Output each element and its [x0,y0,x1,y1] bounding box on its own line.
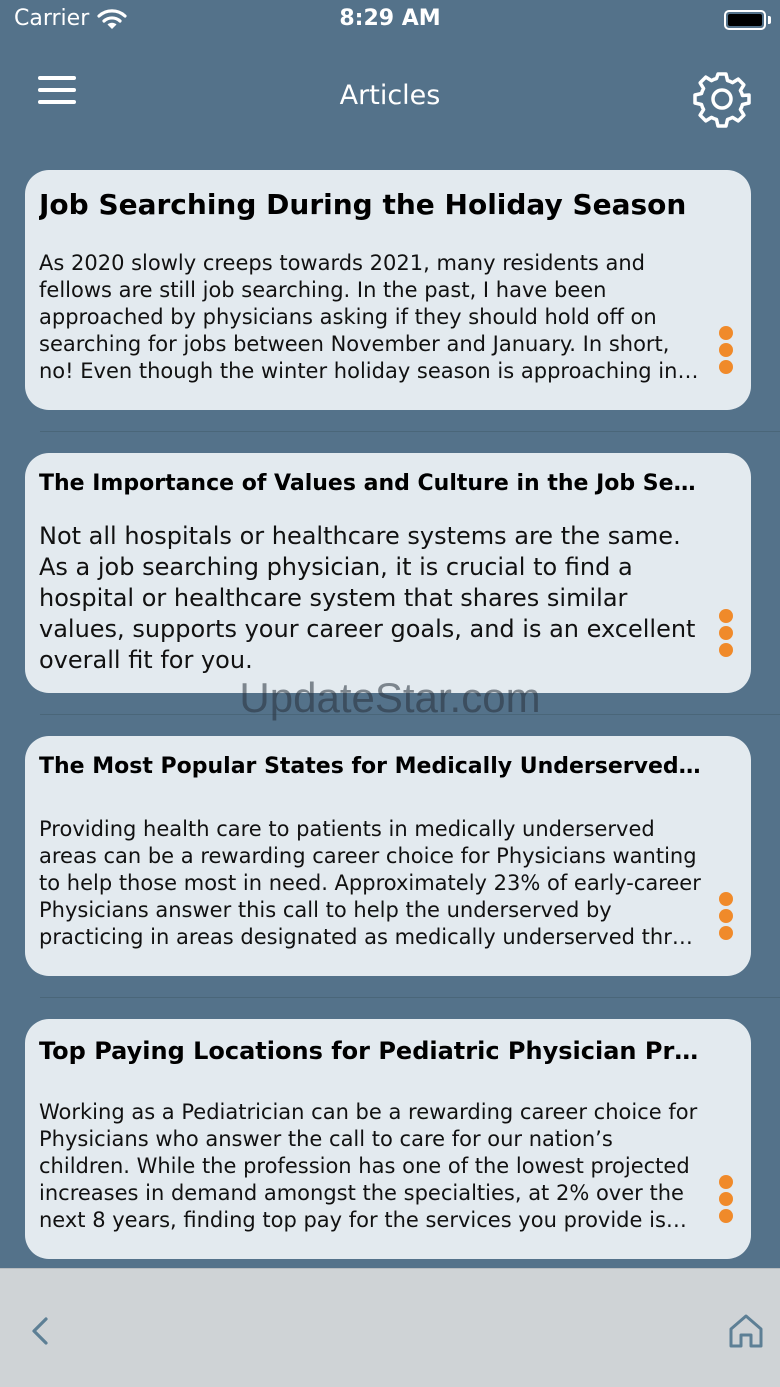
article-card[interactable]: Top Paying Locations for Pediatric Physi… [25,1019,751,1259]
divider [40,714,780,715]
article-title: Job Searching During the Holiday Season [39,188,687,221]
divider [40,431,780,432]
bottom-toolbar [0,1268,780,1387]
article-title: Top Paying Locations for Pediatric Physi… [39,1037,701,1065]
battery-tip [768,16,771,24]
more-options-icon[interactable] [719,892,733,942]
article-title: The Most Popular States for Medically Un… [39,754,701,779]
article-summary: Not all hospitals or healthcare systems … [39,522,696,674]
status-bar: Carrier 8:29 AM [0,0,780,44]
article-summary: As 2020 slowly creeps towards 2021, many… [39,251,699,383]
more-options-icon[interactable] [719,609,733,659]
gear-icon[interactable] [693,70,751,128]
chevron-left-icon[interactable] [26,1313,56,1349]
article-summary: Working as a Pediatrician can be a rewar… [39,1100,698,1232]
article-title: The Importance of Values and Culture in … [39,471,701,496]
article-card[interactable]: The Importance of Values and Culture in … [25,453,751,693]
navigation-bar: Articles [0,60,780,140]
page-title: Articles [339,80,441,111]
status-time: 8:29 AM [339,6,441,31]
more-options-icon[interactable] [719,326,733,376]
more-options-icon[interactable] [719,1175,733,1225]
home-icon[interactable] [726,1311,766,1351]
article-card[interactable]: Job Searching During the Holiday Season … [25,170,751,410]
article-summary: Providing health care to patients in med… [39,817,701,949]
article-card[interactable]: The Most Popular States for Medically Un… [25,736,751,976]
divider [40,997,780,998]
battery-icon [724,10,766,30]
